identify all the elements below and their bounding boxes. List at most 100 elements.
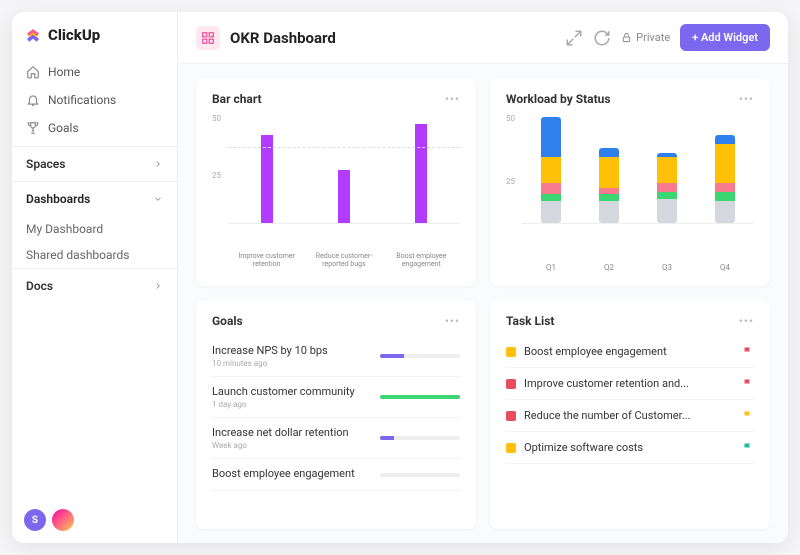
- add-widget-button[interactable]: + Add Widget: [680, 24, 770, 51]
- card-title: Goals: [212, 314, 243, 328]
- bar-segment: [599, 194, 619, 201]
- sidebar-item-shared-dashboards[interactable]: Shared dashboards: [12, 242, 177, 268]
- bar[interactable]: [415, 124, 427, 223]
- status-square-icon: [506, 379, 516, 389]
- card-title: Task List: [506, 314, 554, 328]
- brand-name: ClickUp: [48, 26, 100, 44]
- app-window: ClickUp Home Notifications Goals Spaces: [12, 12, 788, 543]
- y-tick: 50: [506, 114, 515, 123]
- home-icon: [26, 65, 40, 79]
- privacy-indicator[interactable]: Private: [621, 31, 670, 44]
- section-header-docs[interactable]: Docs: [12, 269, 177, 303]
- priority-flag-icon[interactable]: [742, 410, 754, 422]
- section-dashboards: Dashboards My Dashboard Shared dashboard…: [12, 181, 177, 268]
- priority-flag-icon[interactable]: [742, 442, 754, 454]
- y-tick: 25: [212, 171, 221, 180]
- bar[interactable]: [338, 170, 350, 223]
- status-square-icon: [506, 443, 516, 453]
- stacked-chart-body: 50 25: [506, 114, 754, 259]
- task-name: Reduce the number of Customer...: [524, 409, 690, 422]
- bar-segment: [657, 157, 677, 183]
- user-avatar-initial[interactable]: S: [24, 509, 46, 531]
- status-square-icon: [506, 347, 516, 357]
- goal-row[interactable]: Launch customer community 1 day ago: [212, 377, 460, 418]
- section-label: Spaces: [26, 157, 65, 171]
- page-title: OKR Dashboard: [230, 29, 336, 47]
- card-bar-chart: Bar chart ••• 50 25 Improve customer ret…: [196, 78, 476, 286]
- card-title: Bar chart: [212, 92, 262, 106]
- sidebar-item-my-dashboard[interactable]: My Dashboard: [12, 216, 177, 242]
- priority-flag-icon[interactable]: [742, 378, 754, 390]
- bar-segment: [541, 194, 561, 201]
- stacked-bar[interactable]: [657, 153, 677, 223]
- dashboard-icon: [196, 26, 220, 50]
- card-more-icon[interactable]: •••: [445, 92, 460, 106]
- goal-timestamp: Week ago: [212, 441, 370, 450]
- bar-category-label: Reduce customer-reported bugs: [309, 252, 379, 272]
- refresh-icon[interactable]: [593, 29, 611, 47]
- user-avatar-photo[interactable]: [52, 509, 74, 531]
- bar-segment: [715, 144, 735, 184]
- sidebar-footer: S: [12, 497, 177, 543]
- bar-segment: [541, 183, 561, 194]
- card-task-list: Task List ••• Boost employee engagement I…: [490, 300, 770, 529]
- bar-segment: [599, 148, 619, 157]
- status-square-icon: [506, 411, 516, 421]
- card-more-icon[interactable]: •••: [739, 92, 754, 106]
- y-axis: 50 25: [506, 114, 515, 239]
- goal-progress-bar: [380, 436, 460, 440]
- section-docs: Docs: [12, 268, 177, 303]
- stacked-category-label: Q1: [531, 263, 571, 272]
- bar-segment: [657, 199, 677, 223]
- card-more-icon[interactable]: •••: [739, 314, 754, 328]
- goal-name: Boost employee engagement: [212, 467, 370, 480]
- task-row[interactable]: Improve customer retention and...: [506, 368, 754, 400]
- task-row[interactable]: Optimize software costs: [506, 432, 754, 464]
- nav-label: Home: [48, 65, 80, 79]
- card-more-icon[interactable]: •••: [445, 314, 460, 328]
- card-workload: Workload by Status ••• 50 25 Q1Q2Q3Q4: [490, 78, 770, 286]
- nav-notifications[interactable]: Notifications: [12, 86, 177, 114]
- stacked-bar[interactable]: [715, 135, 735, 223]
- chevron-down-icon: [153, 194, 163, 204]
- nav-goals[interactable]: Goals: [12, 114, 177, 142]
- stacked-category-label: Q3: [647, 263, 687, 272]
- nav-label: Notifications: [48, 93, 116, 107]
- task-row[interactable]: Boost employee engagement: [506, 336, 754, 368]
- widget-grid: Bar chart ••• 50 25 Improve customer ret…: [178, 64, 788, 543]
- stacked-bars-area: [522, 114, 754, 224]
- nav-home[interactable]: Home: [12, 58, 177, 86]
- goal-name: Increase NPS by 10 bps: [212, 344, 370, 357]
- goal-progress-bar: [380, 395, 460, 399]
- goal-progress-bar: [380, 473, 460, 477]
- goal-progress-bar: [380, 354, 460, 358]
- bar-category-label: Improve customer retention: [232, 252, 302, 272]
- chevron-right-icon: [153, 281, 163, 291]
- goal-row[interactable]: Boost employee engagement: [212, 459, 460, 491]
- bar-segment: [541, 117, 561, 157]
- goal-timestamp: 1 day ago: [212, 400, 370, 409]
- goals-list: Increase NPS by 10 bps10 minutes agoLaun…: [212, 336, 460, 491]
- bar-segment: [599, 188, 619, 195]
- goal-row[interactable]: Increase net dollar retentionWeek ago: [212, 418, 460, 459]
- stacked-bar[interactable]: [599, 148, 619, 223]
- goal-row[interactable]: Increase NPS by 10 bps10 minutes ago: [212, 336, 460, 377]
- expand-icon[interactable]: [565, 29, 583, 47]
- bar[interactable]: [261, 135, 273, 223]
- goal-name: Launch customer community: [212, 385, 370, 398]
- stacked-bar[interactable]: [541, 117, 561, 223]
- priority-flag-icon[interactable]: [742, 346, 754, 358]
- main-content: OKR Dashboard Private + Add Widget Bar c…: [178, 12, 788, 543]
- card-goals: Goals ••• Increase NPS by 10 bps10 minut…: [196, 300, 476, 529]
- section-header-dashboards[interactable]: Dashboards: [12, 182, 177, 216]
- bar-segment: [715, 135, 735, 144]
- nav-primary: Home Notifications Goals: [12, 54, 177, 146]
- section-header-spaces[interactable]: Spaces: [12, 147, 177, 181]
- task-name: Improve customer retention and...: [524, 377, 689, 390]
- task-row[interactable]: Reduce the number of Customer...: [506, 400, 754, 432]
- brand-logo[interactable]: ClickUp: [12, 12, 177, 54]
- bell-icon: [26, 93, 40, 107]
- clickup-logo-icon: [24, 26, 42, 44]
- bar-segment: [657, 183, 677, 192]
- section-label: Dashboards: [26, 192, 90, 206]
